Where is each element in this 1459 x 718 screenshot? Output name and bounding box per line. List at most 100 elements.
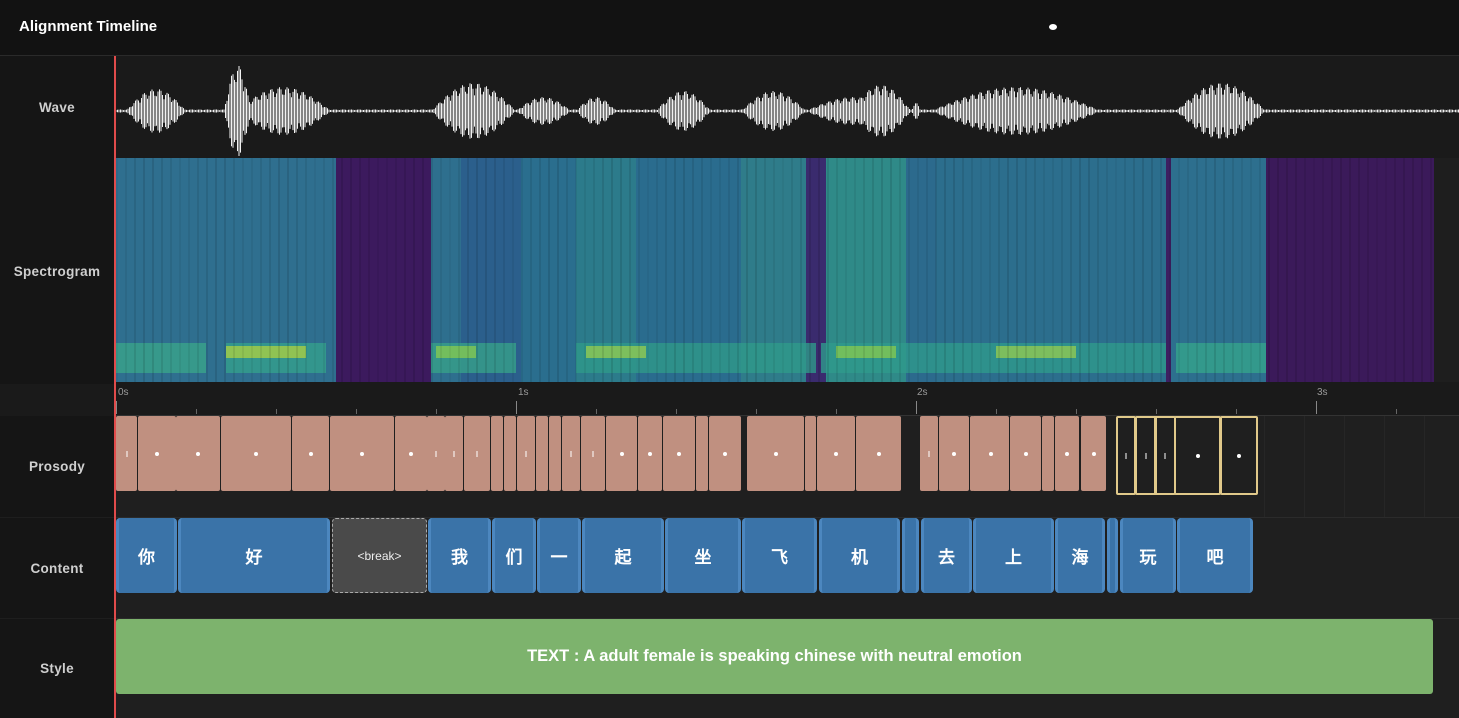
prosody-marker-icon — [196, 451, 200, 456]
spectrogram-track-label: Spectrogram — [0, 158, 114, 384]
prosody-segment[interactable] — [176, 416, 220, 491]
prosody-segment[interactable] — [663, 416, 695, 491]
prosody-marker-icon — [308, 451, 313, 456]
prosody-marker-icon — [723, 451, 727, 456]
prosody-segment[interactable] — [562, 416, 580, 491]
prosody-marker-icon — [1195, 453, 1200, 458]
prosody-segment[interactable] — [464, 416, 490, 491]
grid-line — [1264, 416, 1265, 517]
wave-track-label: Wave — [0, 56, 114, 158]
prosody-segment[interactable] — [221, 416, 291, 491]
content-token-wo[interactable]: 我 — [428, 518, 491, 593]
prosody-segment[interactable] — [1055, 416, 1079, 491]
content-token-ba[interactable]: 吧 — [1177, 518, 1253, 593]
content-token-ni[interactable]: 你 — [116, 518, 177, 593]
prosody-marker-icon — [1125, 452, 1127, 459]
content-track: 你 好 <break> 我 们 一 起 坐 飞 机 去 上 海 玩 吧 — [114, 518, 1459, 619]
status-dot-icon — [1049, 24, 1057, 30]
tick-label-0: 0s — [118, 387, 129, 398]
minor-tick — [756, 409, 757, 414]
content-token-fei[interactable]: 飞 — [742, 518, 817, 593]
prosody-marker-icon — [1237, 453, 1241, 458]
prosody-segment[interactable] — [805, 416, 816, 491]
tick-label-2: 2s — [917, 387, 928, 398]
grid-line — [1384, 416, 1385, 517]
prosody-marker-icon — [648, 451, 652, 456]
content-token-wan[interactable]: 玩 — [1120, 518, 1176, 593]
content-track-label: Content — [0, 518, 114, 618]
content-token-ji[interactable]: 机 — [819, 518, 900, 593]
minor-tick — [1156, 409, 1157, 414]
prosody-segment[interactable] — [696, 416, 708, 491]
content-token-hao[interactable]: 好 — [178, 518, 330, 593]
prosody-segment[interactable] — [638, 416, 662, 491]
prosody-segment[interactable] — [395, 416, 427, 491]
major-tick — [516, 401, 517, 414]
prosody-segment[interactable] — [817, 416, 855, 491]
style-track-label: Style — [0, 619, 114, 718]
prosody-segment[interactable] — [972, 416, 1009, 491]
content-token-qu[interactable]: 去 — [921, 518, 972, 593]
prosody-marker-icon — [1164, 452, 1166, 459]
waveform[interactable] — [116, 56, 1459, 158]
minor-tick — [1396, 409, 1397, 414]
content-token-hai[interactable]: 海 — [1055, 518, 1105, 593]
prosody-segment[interactable] — [1042, 416, 1054, 491]
prosody-segment[interactable] — [491, 416, 503, 491]
prosody-segment[interactable] — [536, 416, 548, 491]
minor-tick — [196, 409, 197, 414]
prosody-segment[interactable] — [330, 416, 394, 491]
prosody-segment-selected[interactable] — [1220, 416, 1258, 495]
prosody-segment[interactable] — [549, 416, 561, 491]
content-token-break[interactable]: <break> — [332, 518, 427, 593]
prosody-segment[interactable] — [504, 416, 516, 491]
content-token-shang[interactable]: 上 — [973, 518, 1054, 593]
prosody-segment[interactable] — [138, 416, 176, 491]
prosody-segment[interactable] — [920, 416, 938, 491]
content-token-yi[interactable]: 一 — [537, 518, 581, 593]
playhead[interactable] — [114, 56, 116, 718]
content-token-zuo[interactable]: 坐 — [665, 518, 741, 593]
prosody-marker-icon — [453, 450, 455, 457]
grid-line — [1304, 416, 1305, 517]
major-tick — [916, 401, 917, 414]
prosody-segment[interactable] — [747, 416, 804, 491]
content-token-qi[interactable]: 起 — [582, 518, 664, 593]
prosody-track-label: Prosody — [0, 416, 114, 517]
prosody-segment-selected[interactable] — [1116, 416, 1136, 495]
time-ruler[interactable]: 0s 1s 2s 3s — [114, 382, 1459, 416]
prosody-segment-selected[interactable] — [1154, 416, 1176, 495]
prosody-marker-icon — [570, 450, 572, 457]
minor-tick — [1076, 409, 1077, 414]
content-token-spacer-2[interactable] — [1107, 518, 1118, 593]
prosody-marker-icon — [254, 451, 258, 456]
style-track: TEXT : A adult female is speaking chines… — [114, 619, 1459, 718]
prosody-segment[interactable] — [445, 416, 463, 491]
minor-tick — [356, 409, 357, 414]
prosody-segment-selected[interactable] — [1174, 416, 1221, 495]
content-token-spacer-1[interactable] — [902, 518, 919, 593]
minor-tick — [996, 409, 997, 414]
prosody-segment[interactable] — [116, 416, 137, 491]
prosody-marker-icon — [525, 450, 527, 457]
content-token-men[interactable]: 们 — [492, 518, 536, 593]
minor-tick — [276, 409, 277, 414]
prosody-segment[interactable] — [1010, 416, 1041, 491]
prosody-segment[interactable] — [292, 416, 329, 491]
prosody-marker-icon — [1145, 452, 1147, 459]
prosody-segment[interactable] — [606, 416, 637, 491]
prosody-marker-icon — [677, 451, 681, 456]
timeline-tracks[interactable]: 0s 1s 2s 3s 你 好 <break> 我 们 一 起 坐 飞 机 去 … — [114, 56, 1459, 718]
prosody-segment[interactable] — [517, 416, 535, 491]
minor-tick — [676, 409, 677, 414]
prosody-segment[interactable] — [427, 416, 445, 491]
prosody-marker-icon — [409, 451, 413, 456]
prosody-segment[interactable] — [939, 416, 969, 491]
style-block[interactable]: TEXT : A adult female is speaking chines… — [116, 619, 1433, 694]
prosody-segment[interactable] — [709, 416, 741, 491]
spectrogram[interactable] — [116, 158, 1434, 382]
prosody-segment[interactable] — [856, 416, 901, 491]
prosody-segment[interactable] — [1081, 416, 1106, 491]
prosody-marker-icon — [435, 450, 437, 457]
prosody-segment[interactable] — [581, 416, 605, 491]
